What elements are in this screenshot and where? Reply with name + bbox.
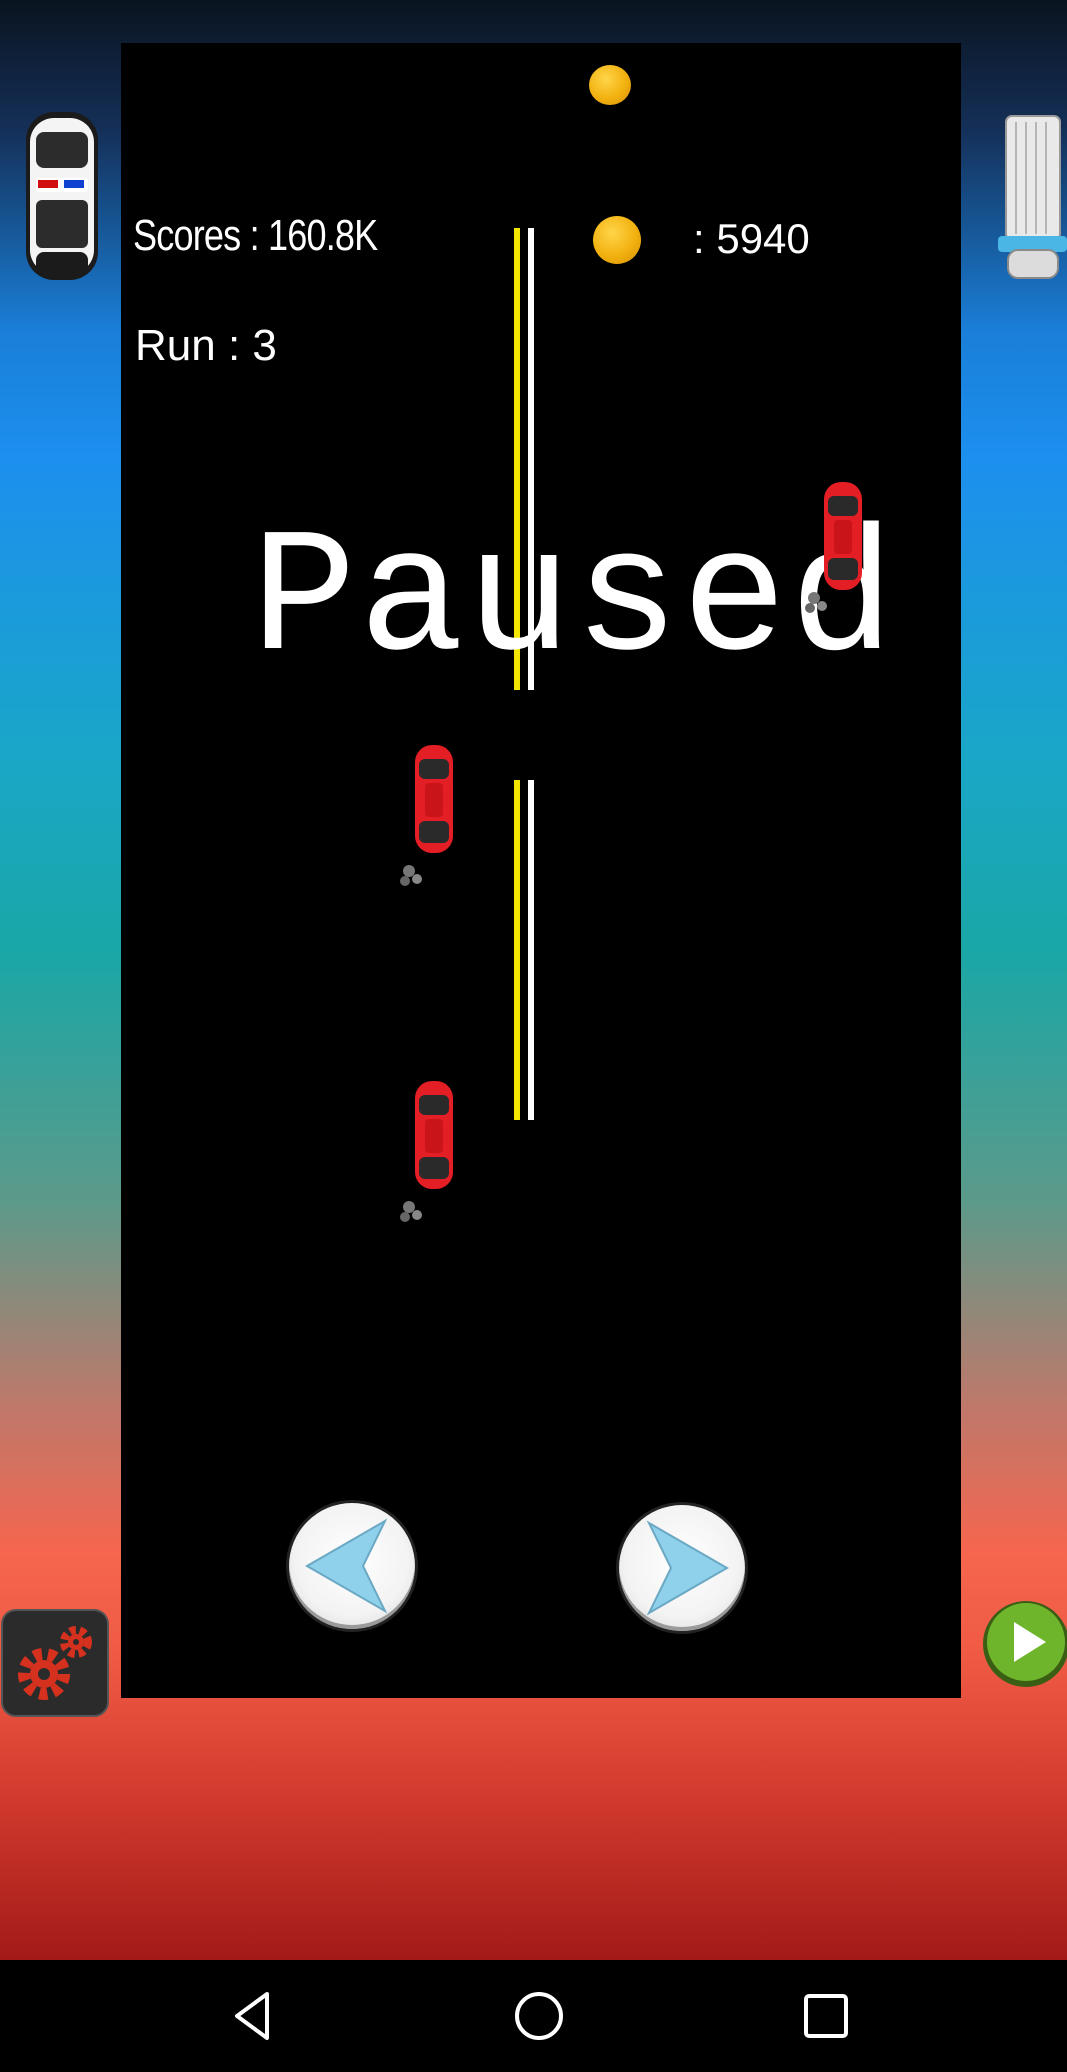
truck-select[interactable] [994,114,1067,280]
nav-home-button[interactable] [479,1960,599,2072]
red-car [400,745,453,886]
coin-icon [593,216,641,264]
lane-line-yellow [514,780,520,1120]
run-label: Run : 3 [135,321,277,370]
score-label: Scores : 160.8K [133,211,378,260]
red-car [805,482,862,613]
lane-line-white [528,780,534,1120]
steer-right-button[interactable] [619,1505,745,1631]
back-icon [235,1992,269,2040]
police-car-select[interactable] [20,108,104,284]
recents-icon [804,1994,848,2038]
steer-left-button[interactable] [289,1503,415,1629]
paused-label: Paused [251,501,897,701]
nav-recents-button[interactable] [766,1960,886,2072]
home-icon [515,1992,563,2040]
system-nav-bar [0,1960,1067,2072]
arrow-right-icon [646,1520,730,1616]
game-area[interactable]: Scores : 160.8K Run : 3 : 5940 Paused [121,43,961,1698]
nav-back-button[interactable] [193,1960,313,2072]
coin-count: : 5940 [693,215,810,262]
red-car [400,1081,453,1222]
settings-button[interactable] [0,1608,110,1718]
play-button[interactable] [980,1598,1067,1690]
arrow-left-icon [304,1518,388,1614]
coin-pickup [589,65,631,105]
police-car-icon [26,112,98,280]
truck-icon [998,115,1067,279]
